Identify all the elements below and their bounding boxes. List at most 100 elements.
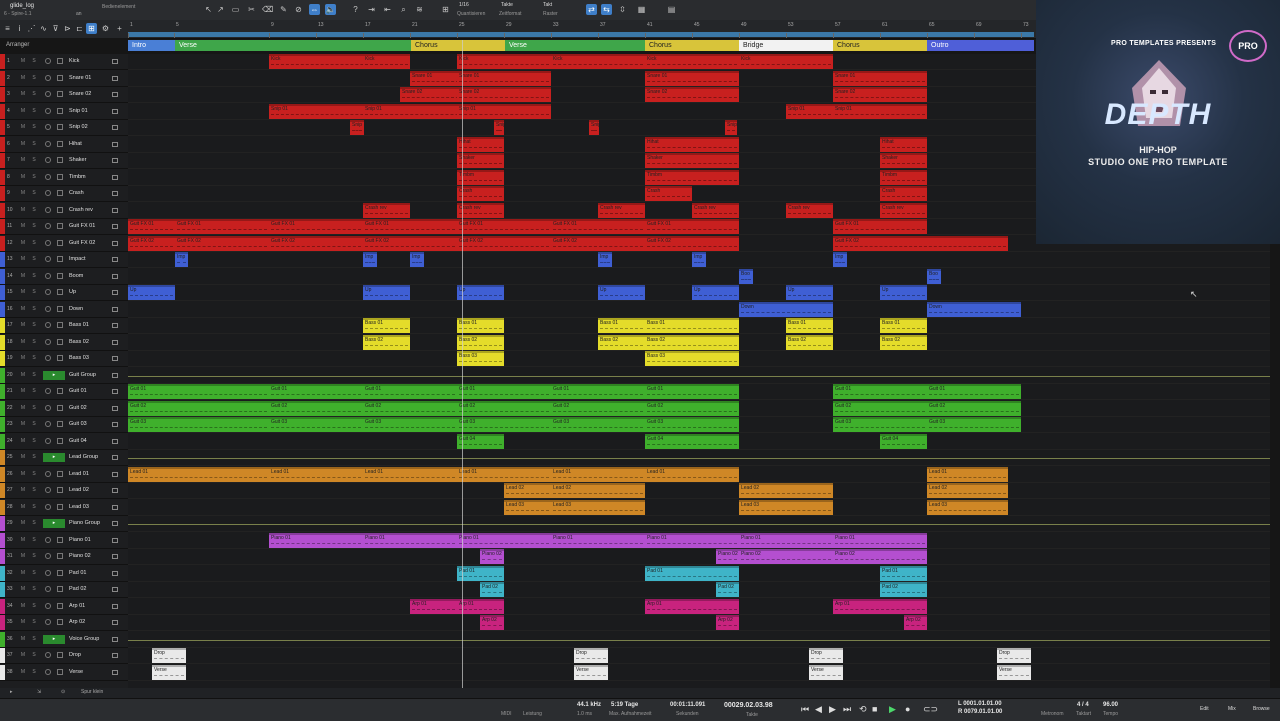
solo-button[interactable]: S	[31, 256, 37, 262]
event-clip[interactable]: Crash rev	[880, 203, 927, 218]
event-clip[interactable]: Piano 02	[833, 549, 927, 564]
monitor-button[interactable]	[57, 157, 63, 163]
monitor-button[interactable]	[57, 388, 63, 394]
track-name[interactable]: Piano 02	[69, 553, 91, 559]
event-clip[interactable]: Guit FX 02	[363, 236, 457, 251]
event-clip[interactable]: Verse	[997, 665, 1031, 680]
event-clip[interactable]: Guit 04	[880, 434, 927, 449]
solo-button[interactable]: S	[31, 454, 37, 460]
pencil-tool-icon[interactable]: ✎	[278, 4, 289, 15]
track-lane[interactable]: Guit 04 Guit 04 Guit 04	[128, 434, 1270, 450]
bend-tool-icon[interactable]: ⇔	[309, 4, 320, 15]
monitor-button[interactable]	[57, 487, 63, 493]
monitor-button[interactable]	[57, 91, 63, 97]
fast-forward-icon[interactable]: ⏭	[843, 704, 851, 715]
solo-button[interactable]: S	[31, 157, 37, 163]
pointer-tool-icon[interactable]: ↗	[215, 4, 226, 15]
event-clip[interactable]: Shaker	[645, 153, 739, 168]
event-clip[interactable]: Snip	[350, 120, 364, 135]
pattern-icon[interactable]: ⊳	[62, 23, 73, 34]
mute-button[interactable]: M	[20, 603, 26, 609]
track-header[interactable]: 21 M S Guit 01	[0, 384, 128, 400]
instrument-icon[interactable]	[112, 521, 118, 526]
mute-button[interactable]: M	[20, 471, 26, 477]
instrument-icon[interactable]	[112, 340, 118, 345]
solo-button[interactable]: S	[31, 240, 37, 246]
instrument-icon[interactable]	[112, 257, 118, 262]
track-name[interactable]: Drop	[69, 652, 81, 658]
event-clip[interactable]: Pad 01	[645, 566, 739, 581]
instrument-icon[interactable]	[112, 224, 118, 229]
arranger-section[interactable]: Outro	[927, 40, 1034, 51]
instrument-icon[interactable]	[112, 158, 118, 163]
search-icon[interactable]: ⌕	[398, 4, 409, 15]
event-clip[interactable]: Bass 02	[457, 335, 504, 350]
event-clip[interactable]: Kick	[551, 54, 645, 69]
curve-icon[interactable]: ∿	[38, 23, 49, 34]
record-arm-button[interactable]	[45, 75, 51, 81]
event-clip[interactable]: Guit 03	[363, 417, 457, 432]
instrument-icon[interactable]	[112, 505, 118, 510]
loop-follow-icon[interactable]: ⇄	[586, 4, 597, 15]
instrument-icon[interactable]	[112, 620, 118, 625]
event-clip[interactable]: Guit 03	[457, 417, 551, 432]
track-lane[interactable]: Guit 03 Guit 03 Guit 03 Guit 03 Guit 03 Guit …	[128, 417, 1270, 433]
track-name[interactable]: Guit FX 01	[69, 223, 95, 229]
track-header[interactable]: 14 M S Boom	[0, 269, 128, 285]
instrument-icon[interactable]	[112, 439, 118, 444]
mute-button[interactable]: M	[20, 421, 26, 427]
monitor-button[interactable]	[57, 58, 63, 64]
solo-button[interactable]: S	[31, 124, 37, 130]
track-lane[interactable]: Arp 02 Arp 02 Arp 02	[128, 615, 1270, 631]
event-clip[interactable]: Bass 02	[363, 335, 410, 350]
monitor-button[interactable]	[57, 141, 63, 147]
event-clip[interactable]: Piano 02	[716, 549, 739, 564]
record-arm-button[interactable]	[45, 570, 51, 576]
event-clip[interactable]: Guit FX 02	[269, 236, 363, 251]
track-header[interactable]: 8 M S Timbm	[0, 170, 128, 186]
event-clip[interactable]: Imp	[692, 252, 706, 267]
track-lane[interactable]: Pad 02 Pad 02 Pad 02	[128, 582, 1270, 598]
instrument-icon[interactable]	[112, 653, 118, 658]
mute-button[interactable]: M	[20, 438, 26, 444]
solo-button[interactable]: S	[31, 487, 37, 493]
track-lane[interactable]: Bass 02 Bass 02 Bass 02 Bass 02 Bass 02 Bass …	[128, 335, 1270, 351]
event-clip[interactable]: Guit 01	[363, 384, 457, 399]
doc-icon[interactable]: ▤	[666, 4, 677, 15]
solo-button[interactable]: S	[31, 570, 37, 576]
tempo[interactable]: 96.00	[1103, 702, 1118, 708]
event-clip[interactable]: Up	[598, 285, 645, 300]
event-clip[interactable]: Timbm	[457, 170, 504, 185]
monitor-button[interactable]	[57, 174, 63, 180]
mute-button[interactable]: M	[20, 174, 26, 180]
event-clip[interactable]: Guit 02	[645, 401, 739, 416]
arranger-section[interactable]: Chorus	[833, 40, 927, 51]
solo-button[interactable]: S	[31, 619, 37, 625]
solo-button[interactable]: S	[31, 586, 37, 592]
rewind-icon[interactable]: ⏮	[801, 704, 809, 715]
solo-button[interactable]: S	[31, 636, 37, 642]
track-name[interactable]: Pad 01	[69, 570, 86, 576]
quantize-value[interactable]: 1/16	[459, 2, 469, 8]
solo-button[interactable]: S	[31, 289, 37, 295]
track-header[interactable]: 2 M S Snare 01	[0, 71, 128, 87]
track-list-icon[interactable]: ≡	[2, 23, 13, 34]
track-name[interactable]: Crash rev	[69, 207, 93, 213]
record-arm-button[interactable]	[45, 306, 51, 312]
event-clip[interactable]: Guit 02	[128, 401, 269, 416]
event-clip[interactable]: Guit 03	[645, 417, 739, 432]
event-clip[interactable]: Lead 03	[927, 500, 1008, 515]
track-name[interactable]: Lead Group	[69, 454, 98, 460]
instrument-icon[interactable]	[112, 455, 118, 460]
monitor-button[interactable]	[57, 339, 63, 345]
record-arm-button[interactable]	[45, 537, 51, 543]
monitor-button[interactable]	[57, 190, 63, 196]
folder-icon[interactable]: ▸	[43, 635, 65, 644]
solo-button[interactable]: S	[31, 75, 37, 81]
track-header[interactable]: 15 M S Up	[0, 285, 128, 301]
record-arm-button[interactable]	[45, 652, 51, 658]
folder-icon[interactable]: ▸	[43, 519, 65, 528]
split-tool-icon[interactable]: ✂	[246, 4, 257, 15]
instrument-icon[interactable]	[112, 59, 118, 64]
event-clip[interactable]: Imp	[175, 252, 188, 267]
